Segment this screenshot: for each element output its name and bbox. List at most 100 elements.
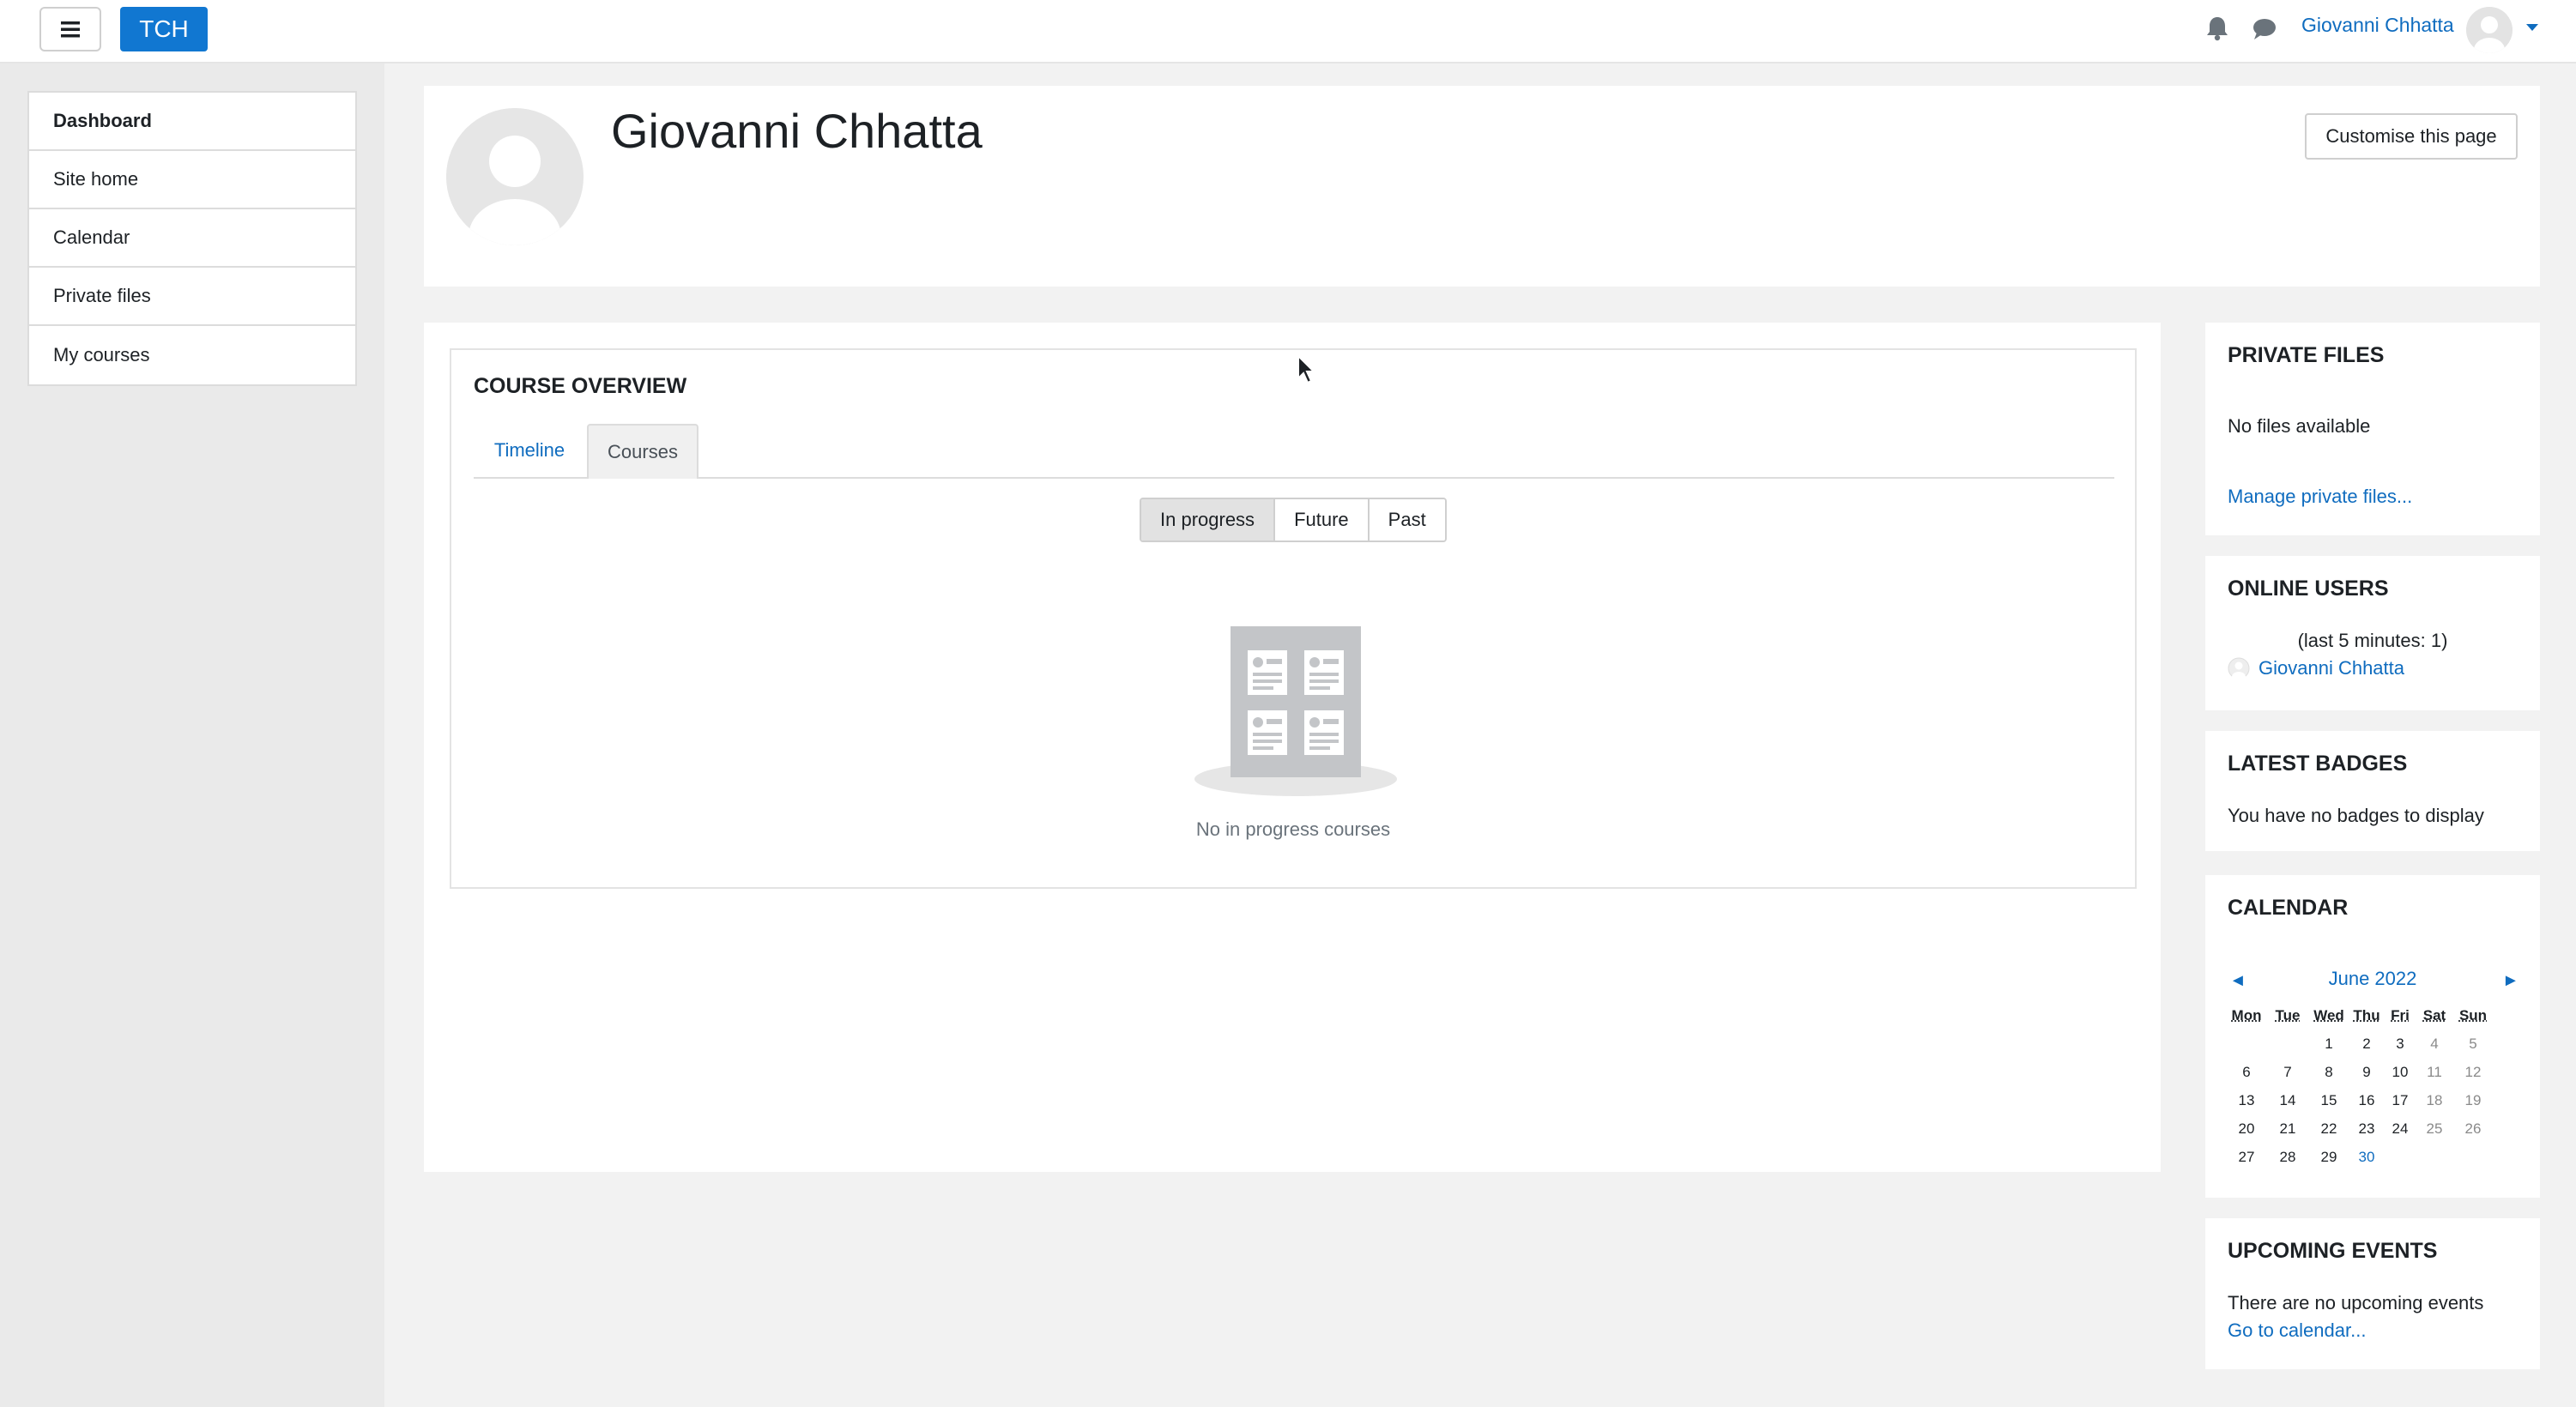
hamburger-icon — [61, 21, 80, 38]
calendar-day[interactable]: 27 — [2226, 1143, 2267, 1171]
calendar-day[interactable]: 11 — [2416, 1058, 2452, 1086]
calendar-day[interactable]: 7 — [2267, 1058, 2308, 1086]
calendar-day[interactable]: 1 — [2308, 1030, 2349, 1058]
calendar-day[interactable]: 30 — [2349, 1143, 2384, 1171]
chat-icon — [2253, 19, 2276, 39]
calendar-day[interactable]: 29 — [2308, 1143, 2349, 1171]
page-header: Giovanni Chhatta Customise this page — [424, 86, 2540, 287]
calendar-day-empty — [2452, 1143, 2494, 1171]
calendar-day[interactable]: 10 — [2384, 1058, 2416, 1086]
online-users-block: ONLINE USERS (last 5 minutes: 1) Giovann… — [2205, 556, 2540, 710]
calendar-week-row: 20 21 22 23 24 25 26 — [2226, 1114, 2494, 1143]
drawer-item-private-files[interactable]: Private files — [29, 268, 355, 326]
calendar-day[interactable]: 9 — [2349, 1058, 2384, 1086]
calendar-day[interactable]: 3 — [2384, 1030, 2416, 1058]
latest-badges-title: LATEST BADGES — [2228, 752, 2408, 776]
calendar-block: CALENDAR ◄ June 2022 ► Mon Tue Wed Thu F… — [2205, 875, 2540, 1198]
mouse-cursor-icon — [1297, 353, 1316, 389]
course-filter-group: In progress Future Past — [1140, 498, 1447, 542]
calendar-day[interactable]: 25 — [2416, 1114, 2452, 1143]
drawer-item-my-courses[interactable]: My courses — [29, 326, 355, 384]
calendar-day[interactable]: 16 — [2349, 1086, 2384, 1114]
calendar-day[interactable]: 4 — [2416, 1030, 2452, 1058]
drawer-item-site-home[interactable]: Site home — [29, 151, 355, 209]
calendar-day[interactable]: 24 — [2384, 1114, 2416, 1143]
menu-toggle-button[interactable] — [39, 7, 101, 51]
calendar-day[interactable]: 26 — [2452, 1114, 2494, 1143]
user-silhouette-icon — [2466, 7, 2513, 53]
calendar-day[interactable]: 23 — [2349, 1114, 2384, 1143]
weekday-label: Fri — [2391, 1007, 2410, 1024]
user-silhouette-icon — [446, 108, 584, 245]
calendar-day[interactable]: 5 — [2452, 1030, 2494, 1058]
calendar-day-empty — [2267, 1030, 2308, 1058]
weekday-label: Sun — [2458, 1007, 2488, 1024]
calendar-week-row: 27 28 29 30 — [2226, 1143, 2494, 1171]
course-overview-block: COURSE OVERVIEW Timeline Courses In prog… — [450, 348, 2137, 889]
tab-courses[interactable]: Courses — [587, 424, 698, 479]
calendar-day-empty — [2384, 1143, 2416, 1171]
course-overview-tabs: Timeline Courses — [474, 424, 2114, 479]
filter-in-progress-button[interactable]: In progress — [1141, 499, 1276, 540]
calendar-day[interactable]: 13 — [2226, 1086, 2267, 1114]
drawer-item-dashboard[interactable]: Dashboard — [29, 93, 355, 151]
site-brand-link[interactable]: TCH — [120, 7, 208, 51]
calendar-day[interactable]: 12 — [2452, 1058, 2494, 1086]
upcoming-events-empty-text: There are no upcoming events — [2228, 1292, 2484, 1313]
calendar-day-empty — [2416, 1143, 2452, 1171]
calendar-day[interactable]: 22 — [2308, 1114, 2349, 1143]
courses-placeholder-icon — [1194, 626, 1397, 796]
calendar-day[interactable]: 18 — [2416, 1086, 2452, 1114]
weekday-label: Sat — [2422, 1007, 2446, 1024]
main-region: COURSE OVERVIEW Timeline Courses In prog… — [424, 323, 2161, 1172]
calendar-day-empty — [2226, 1030, 2267, 1058]
calendar-day[interactable]: 19 — [2452, 1086, 2494, 1114]
online-user-avatar — [2228, 657, 2250, 682]
user-menu-name[interactable]: Giovanni Chhatta — [2301, 14, 2454, 37]
page-title: Giovanni Chhatta — [611, 104, 983, 158]
calendar-day[interactable]: 21 — [2267, 1114, 2308, 1143]
calendar-day[interactable]: 20 — [2226, 1114, 2267, 1143]
private-files-block: PRIVATE FILES No files available Manage … — [2205, 323, 2540, 535]
no-courses-message: No in progress courses — [1195, 818, 1391, 840]
go-to-calendar-link[interactable]: Go to calendar... — [2228, 1319, 2366, 1342]
filter-future-button[interactable]: Future — [1275, 499, 1370, 540]
weekday-label: Tue — [2275, 1007, 2301, 1024]
nav-drawer: Dashboard Site home Calendar Private fil… — [0, 63, 384, 1407]
messages-button[interactable] — [2252, 17, 2277, 45]
online-users-title: ONLINE USERS — [2228, 577, 2389, 601]
calendar-month-label[interactable]: June 2022 — [2205, 968, 2540, 990]
calendar-day[interactable]: 2 — [2349, 1030, 2384, 1058]
calendar-day[interactable]: 6 — [2226, 1058, 2267, 1086]
calendar-day[interactable]: 28 — [2267, 1143, 2308, 1171]
user-silhouette-icon — [2228, 657, 2250, 682]
online-users-summary: (last 5 minutes: 1) — [2297, 630, 2448, 651]
latest-badges-empty-text: You have no badges to display — [2228, 805, 2484, 826]
calendar-week-row: 12345 — [2226, 1030, 2494, 1058]
weekday-label: Thu — [2353, 1007, 2380, 1024]
drawer-menu: Dashboard Site home Calendar Private fil… — [27, 91, 357, 386]
notifications-button[interactable] — [2205, 15, 2229, 45]
upcoming-events-title: UPCOMING EVENTS — [2228, 1239, 2438, 1263]
top-navbar: TCH Giovanni Chhatta — [0, 0, 2576, 63]
calendar-day[interactable]: 14 — [2267, 1086, 2308, 1114]
upcoming-events-block: UPCOMING EVENTS There are no upcoming ev… — [2205, 1218, 2540, 1369]
calendar-next-month-link[interactable]: ► — [2502, 971, 2519, 991]
course-overview-title: COURSE OVERVIEW — [474, 374, 687, 398]
drawer-item-calendar[interactable]: Calendar — [29, 209, 355, 268]
calendar-title: CALENDAR — [2228, 896, 2349, 920]
calendar-day[interactable]: 17 — [2384, 1086, 2416, 1114]
filter-past-button[interactable]: Past — [1369, 499, 1445, 540]
user-avatar[interactable] — [2466, 7, 2513, 53]
customise-page-button[interactable]: Customise this page — [2305, 113, 2518, 160]
latest-badges-block: LATEST BADGES You have no badges to disp… — [2205, 731, 2540, 851]
online-user-link[interactable]: Giovanni Chhatta — [2259, 657, 2404, 679]
calendar-day[interactable]: 8 — [2308, 1058, 2349, 1086]
calendar-weekday-row: Mon Tue Wed Thu Fri Sat Sun — [2226, 1002, 2494, 1030]
calendar-day[interactable]: 15 — [2308, 1086, 2349, 1114]
manage-private-files-link[interactable]: Manage private files... — [2228, 486, 2412, 508]
chevron-down-icon[interactable] — [2526, 24, 2538, 31]
private-files-title: PRIVATE FILES — [2228, 343, 2385, 367]
tab-timeline[interactable]: Timeline — [474, 424, 585, 477]
calendar-grid: Mon Tue Wed Thu Fri Sat Sun 1 2 3 4 5 6 7 8 9 10 1… — [2226, 1002, 2494, 1171]
